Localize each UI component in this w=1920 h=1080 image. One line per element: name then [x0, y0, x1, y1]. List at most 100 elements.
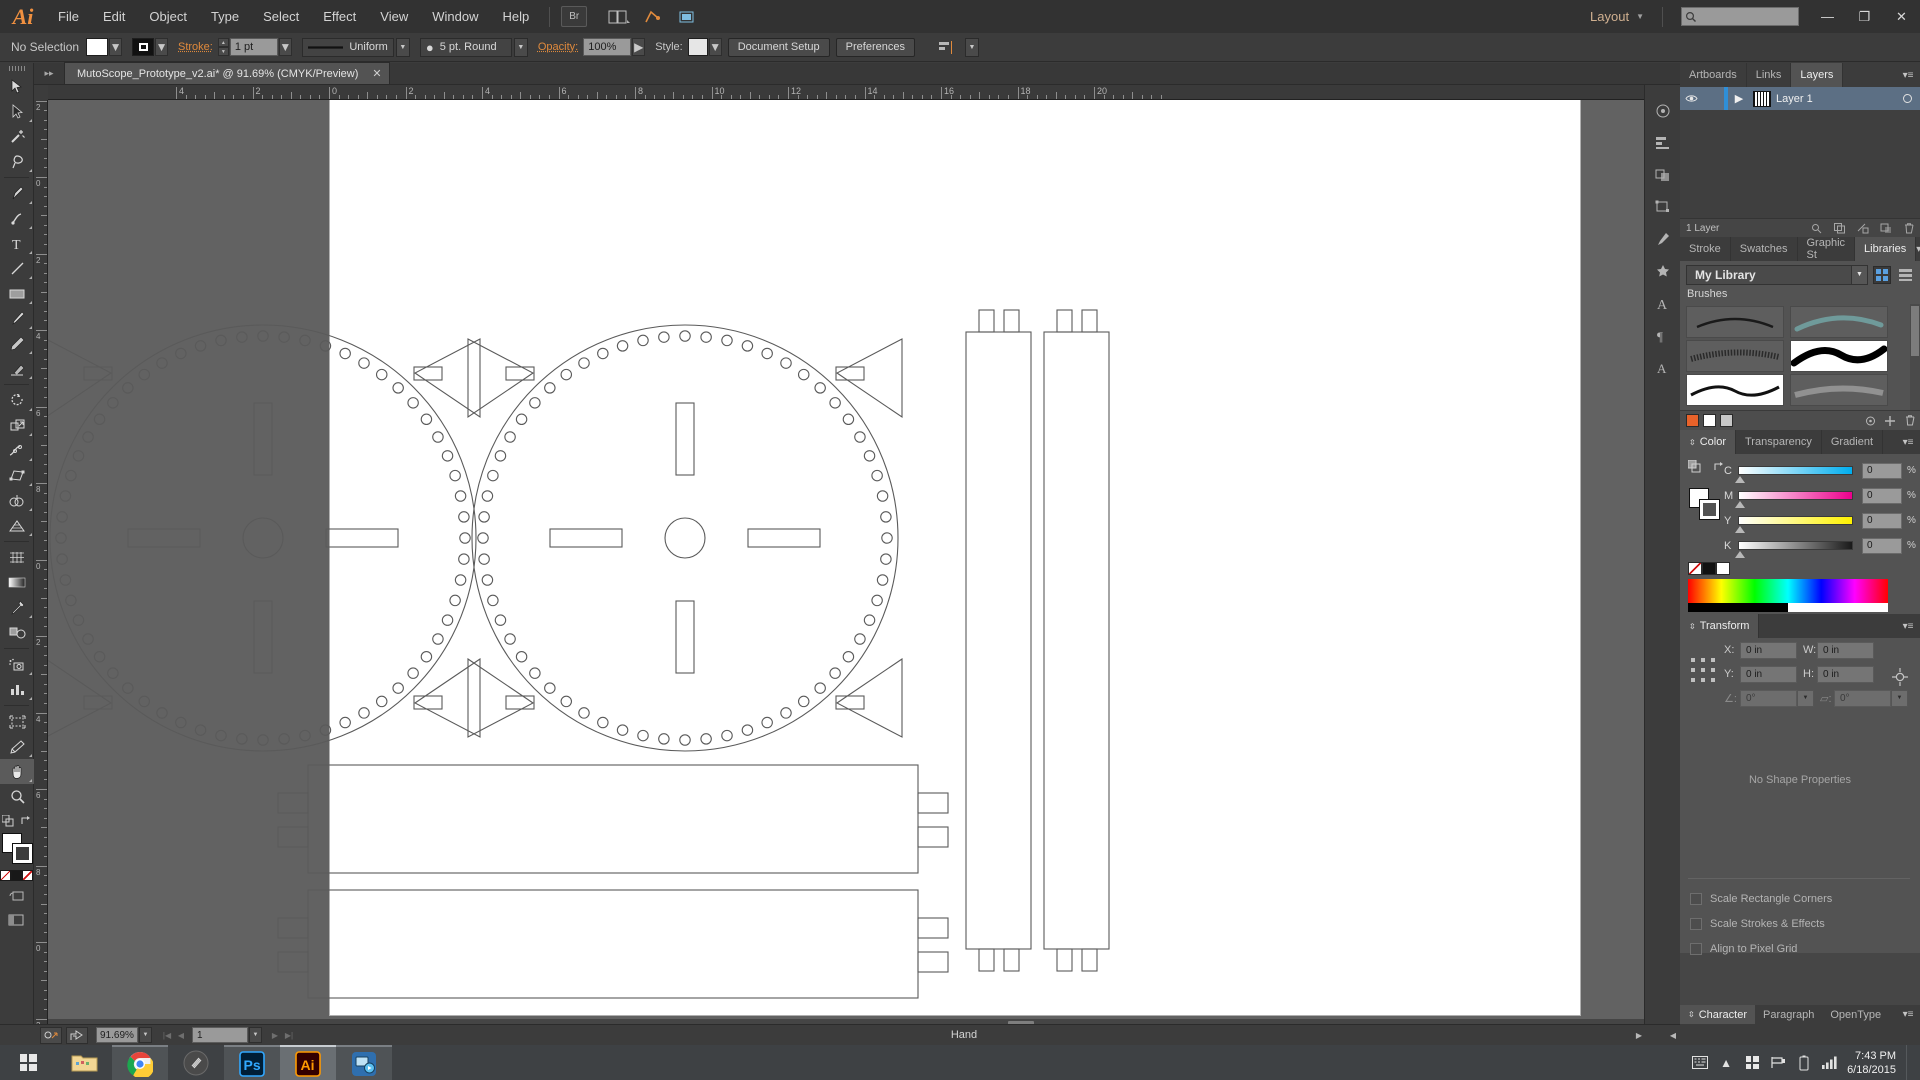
- black-value[interactable]: 0: [1862, 537, 1902, 554]
- page-number-input[interactable]: 1: [192, 1027, 248, 1043]
- action-center-flag-icon[interactable]: [1765, 1056, 1791, 1069]
- toolbar-grip[interactable]: [0, 63, 33, 74]
- horizontal-ruler[interactable]: 4 2 0 2 4 6 8 10 12 14 16 18 20: [48, 85, 1680, 100]
- magenta-slider[interactable]: [1735, 491, 1853, 508]
- eraser-tool[interactable]: [0, 356, 34, 381]
- menu-window[interactable]: Window: [420, 0, 490, 33]
- color-fill-stroke-swatches[interactable]: [1689, 488, 1720, 520]
- shape-builder-tool[interactable]: [0, 488, 34, 513]
- menu-view[interactable]: View: [368, 0, 420, 33]
- restore-button[interactable]: ❐: [1846, 4, 1883, 29]
- swap-fill-stroke-icon[interactable]: [1, 814, 14, 830]
- preferences-button[interactable]: Preferences: [835, 37, 915, 57]
- swap-arrow-icon[interactable]: [20, 815, 32, 830]
- eyedropper-tool[interactable]: [0, 595, 34, 620]
- close-icon[interactable]: ✕: [372, 67, 381, 80]
- brush-scroll-thumb[interactable]: [1911, 306, 1919, 356]
- stroke-label[interactable]: Stroke:: [178, 41, 213, 53]
- magic-wand-tool[interactable]: [0, 124, 34, 149]
- chevron-down-icon[interactable]: ▼: [1851, 265, 1867, 284]
- w-input[interactable]: 0 in: [1817, 641, 1874, 659]
- fill-stroke-swatches[interactable]: [1, 833, 33, 864]
- status-flyout-icon[interactable]: ▶: [1632, 1027, 1646, 1043]
- lock-cell[interactable]: [1702, 87, 1724, 110]
- next-page-icon[interactable]: ▶: [268, 1027, 282, 1043]
- current-tool-label[interactable]: Hand: [296, 1029, 1632, 1041]
- yellow-value[interactable]: 0: [1862, 512, 1902, 529]
- color-chip-gray[interactable]: [1720, 414, 1733, 427]
- graphic-style-swatch[interactable]: [687, 38, 708, 56]
- paragraph-panel-icon[interactable]: ¶: [1645, 319, 1681, 351]
- tab-character[interactable]: ⇳ Character: [1680, 1005, 1755, 1024]
- align-icon[interactable]: [931, 35, 961, 59]
- stroke-dropdown-arrow[interactable]: ▼: [155, 38, 168, 56]
- rectangle-tool[interactable]: [0, 281, 34, 306]
- create-new-layer-icon[interactable]: [1874, 219, 1897, 238]
- list-view-icon[interactable]: [1896, 266, 1914, 284]
- share-icon[interactable]: [66, 1026, 88, 1044]
- blend-tool[interactable]: [0, 620, 34, 645]
- brush-thumb-5[interactable]: [1686, 374, 1784, 406]
- pen-tool[interactable]: [0, 181, 34, 206]
- layer-row[interactable]: ▶ Layer 1: [1680, 87, 1920, 110]
- clock[interactable]: 7:43 PM 6/18/2015: [1843, 1049, 1906, 1077]
- last-page-icon[interactable]: ▶|: [282, 1027, 296, 1043]
- white-swatch[interactable]: [1716, 562, 1730, 575]
- taskbar-unknown-app[interactable]: [168, 1045, 224, 1080]
- layers-list[interactable]: ▶ Layer 1: [1680, 87, 1920, 218]
- color-chip-white[interactable]: [1703, 414, 1716, 427]
- rotate-input[interactable]: 0°: [1740, 689, 1797, 707]
- gradient-tool[interactable]: [0, 570, 34, 595]
- scale-rectangle-corners-checkbox[interactable]: [1690, 893, 1702, 905]
- menu-help[interactable]: Help: [490, 0, 541, 33]
- tab-paragraph[interactable]: Paragraph: [1755, 1005, 1822, 1024]
- delete-layer-icon[interactable]: [1897, 219, 1920, 238]
- character-panel-menu-icon[interactable]: ▾≡: [1896, 1005, 1920, 1024]
- document-setup-button[interactable]: Document Setup: [727, 37, 830, 57]
- pencil-tool[interactable]: [0, 331, 34, 356]
- color-stroke-swatch[interactable]: [1699, 499, 1720, 520]
- opacity-label[interactable]: Opacity:: [538, 41, 578, 53]
- zoom-tool[interactable]: [0, 784, 34, 809]
- menu-type[interactable]: Type: [199, 0, 251, 33]
- free-transform-tool[interactable]: [0, 463, 34, 488]
- first-page-icon[interactable]: |◀: [160, 1027, 174, 1043]
- h-input[interactable]: 0 in: [1817, 665, 1874, 683]
- tab-stroke[interactable]: Stroke: [1680, 237, 1731, 261]
- tab-graphic-styles[interactable]: Graphic St: [1797, 237, 1856, 261]
- scale-strokes-effects-row[interactable]: Scale Strokes & Effects: [1680, 915, 1920, 933]
- screen-mode-toggle-icon[interactable]: [8, 914, 25, 929]
- properties-icon[interactable]: [1645, 95, 1681, 127]
- stroke-profile-select[interactable]: Uniform: [301, 37, 394, 57]
- scale-strokes-effects-checkbox[interactable]: [1690, 918, 1702, 930]
- scale-rectangle-corners-row[interactable]: Scale Rectangle Corners: [1680, 890, 1920, 908]
- drawing-mode-icon[interactable]: [9, 890, 25, 905]
- stroke-profile-arrow[interactable]: ▼: [395, 37, 410, 57]
- opacity-flyout-arrow[interactable]: ▶: [632, 38, 646, 56]
- taskbar-file-explorer[interactable]: [56, 1045, 112, 1080]
- panel-menu-icon[interactable]: ▾≡: [1896, 63, 1920, 87]
- cyan-slider[interactable]: [1735, 466, 1853, 483]
- stroke-color-swatch[interactable]: [11, 843, 33, 864]
- mutoscope-reel[interactable]: [467, 324, 903, 752]
- artboard-tool[interactable]: [0, 709, 34, 734]
- bridge-icon[interactable]: Br: [561, 6, 588, 27]
- eye-icon[interactable]: [1680, 87, 1702, 110]
- create-sublayer-icon[interactable]: [1851, 219, 1874, 238]
- reference-point-selector[interactable]: [1691, 658, 1715, 682]
- touch-keyboard-icon[interactable]: [1687, 1056, 1713, 1069]
- direct-selection-tool[interactable]: [0, 99, 34, 124]
- menu-select[interactable]: Select: [251, 0, 311, 33]
- dock-panels-icon[interactable]: [638, 5, 668, 29]
- appearance-panel-icon[interactable]: A: [1645, 351, 1681, 383]
- screen-mode-icon[interactable]: [672, 5, 702, 29]
- tab-transform[interactable]: ⇳ Transform: [1680, 614, 1760, 638]
- align-options-arrow[interactable]: ▼: [964, 37, 979, 57]
- expand-panels-icon[interactable]: ▸▸: [34, 62, 64, 84]
- zoom-level-input[interactable]: 91.69%: [96, 1027, 138, 1043]
- network-windows-icon[interactable]: [1739, 1056, 1765, 1069]
- show-desktop-button[interactable]: [1906, 1045, 1914, 1080]
- stroke-swatch[interactable]: [132, 38, 154, 56]
- close-button[interactable]: ✕: [1883, 4, 1920, 29]
- hand-tool[interactable]: [0, 759, 34, 784]
